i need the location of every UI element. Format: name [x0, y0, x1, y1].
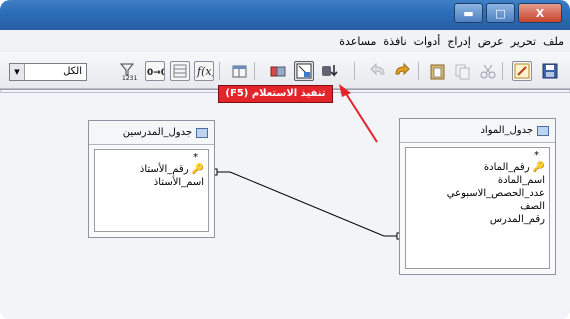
table-teachers-header[interactable]: جدول_المدرسين [89, 121, 214, 145]
paste-icon [430, 64, 445, 80]
table-subjects-title: جدول_المواد [480, 125, 533, 136]
title-bar: ▬ □ X [0, 0, 570, 30]
copy-icon [455, 64, 470, 80]
field-weekly-periods[interactable]: عدد_الحصص_الاسبوعي [447, 188, 545, 200]
paste-button[interactable] [428, 61, 448, 81]
alias-button[interactable]: 0→0 [145, 61, 167, 81]
design-view-toggle[interactable] [294, 61, 314, 81]
edit-mode-button[interactable] [512, 61, 532, 81]
close-button[interactable]: X [518, 3, 562, 23]
minimize-button[interactable]: ▬ [454, 3, 483, 23]
copy-button[interactable] [452, 61, 472, 81]
table-teachers[interactable]: جدول_المدرسين * 🔑رقم_الأستاذ اسم_الأستاذ [88, 120, 215, 238]
run-query-tooltip: تنفيذ الاستعلام (F5) [218, 85, 333, 103]
table-subjects-header[interactable]: جدول_المواد [400, 119, 555, 143]
table-teachers-title: جدول_المدرسين [122, 127, 192, 138]
toolbar: f(x) 0→0 1231 الكل ▼ [0, 52, 570, 89]
redo-button[interactable] [392, 61, 412, 81]
toolbar-separator [354, 62, 355, 80]
run-query-button[interactable] [320, 61, 340, 81]
pencil-icon [514, 63, 530, 79]
menu-help[interactable]: مساعدة [339, 35, 376, 48]
application-window: ▬ □ X ملف تحرير عرض إدراج أدوات نافذة مس… [0, 0, 570, 319]
table-subjects-fields: * 🔑رقم_المادة اسم_المادة عدد_الحصص_الاسب… [405, 147, 550, 269]
redo-icon [395, 62, 410, 76]
table-subjects[interactable]: جدول_المواد * 🔑رقم_المادة اسم_المادة عدد… [399, 118, 556, 275]
toolbar-separator [418, 62, 419, 80]
function-icon: f(x) [196, 65, 216, 78]
toolbar-separator [254, 62, 255, 80]
field-grade[interactable]: الصف [520, 201, 545, 213]
svg-text:0→0: 0→0 [147, 68, 164, 78]
eraser-icon [270, 66, 286, 77]
save-icon [542, 63, 558, 79]
menu-window[interactable]: نافذة [383, 35, 406, 48]
undo-button[interactable] [368, 61, 388, 81]
distinct-values-icon: 1231 [119, 63, 137, 82]
field-all[interactable]: * [193, 152, 198, 164]
maximize-button[interactable]: □ [486, 3, 515, 23]
run-query-icon [322, 65, 338, 77]
menu-edit[interactable]: تحرير [511, 35, 536, 48]
save-button[interactable] [540, 61, 560, 81]
field-subject-id: رقم_المادة [483, 162, 530, 173]
primary-key-icon: 🔑 [191, 164, 204, 175]
functions-button[interactable]: f(x) [194, 61, 216, 81]
menu-bar: ملف تحرير عرض إدراج أدوات نافذة مساعدة [0, 30, 570, 52]
menu-tools[interactable]: أدوات [414, 35, 441, 48]
table-icon [196, 127, 208, 138]
limit-select-value: الكل [63, 66, 82, 77]
query-design-area[interactable]: جدول_المدرسين * 🔑رقم_الأستاذ اسم_الأستاذ… [0, 93, 570, 319]
field-all[interactable]: * [534, 150, 539, 162]
add-table-button[interactable] [230, 61, 250, 81]
field-teacher-name[interactable]: اسم_الأستاذ [154, 177, 204, 189]
table-name-button[interactable] [170, 61, 190, 81]
field-row-primary[interactable]: 🔑رقم_الأستاذ [140, 164, 204, 176]
cut-button[interactable] [478, 61, 498, 81]
dropdown-arrow-icon[interactable]: ▼ [10, 64, 25, 80]
toolbar-separator [502, 62, 503, 80]
svg-text:1231: 1231 [122, 75, 137, 81]
field-teacher-id: رقم_الأستاذ [139, 164, 189, 175]
table-teachers-fields: * 🔑رقم_الأستاذ اسم_الأستاذ [94, 149, 209, 232]
window-controls: ▬ □ X [454, 3, 562, 23]
undo-icon [370, 62, 385, 76]
design-view-icon [296, 63, 312, 79]
svg-text:f(x): f(x) [196, 65, 213, 78]
add-table-icon [232, 65, 247, 78]
menu-view[interactable]: عرض [478, 35, 504, 48]
relation-line [229, 171, 385, 237]
table-name-icon [173, 64, 187, 78]
scissors-icon [480, 64, 496, 79]
alias-icon: 0→0 [147, 68, 167, 78]
menu-file[interactable]: ملف [543, 35, 564, 48]
clear-query-button[interactable] [268, 61, 288, 81]
field-subject-name[interactable]: اسم_المادة [498, 175, 545, 187]
field-row-primary[interactable]: 🔑رقم_المادة [484, 162, 545, 174]
limit-select[interactable]: الكل ▼ [9, 63, 87, 81]
toolbar-separator [219, 62, 220, 80]
primary-key-icon: 🔑 [532, 162, 545, 173]
menu-insert[interactable]: إدراج [447, 35, 470, 48]
table-icon [537, 125, 549, 136]
distinct-values-button[interactable]: 1231 [118, 61, 138, 82]
field-teacher-ref[interactable]: رقم_المدرس [490, 214, 545, 226]
